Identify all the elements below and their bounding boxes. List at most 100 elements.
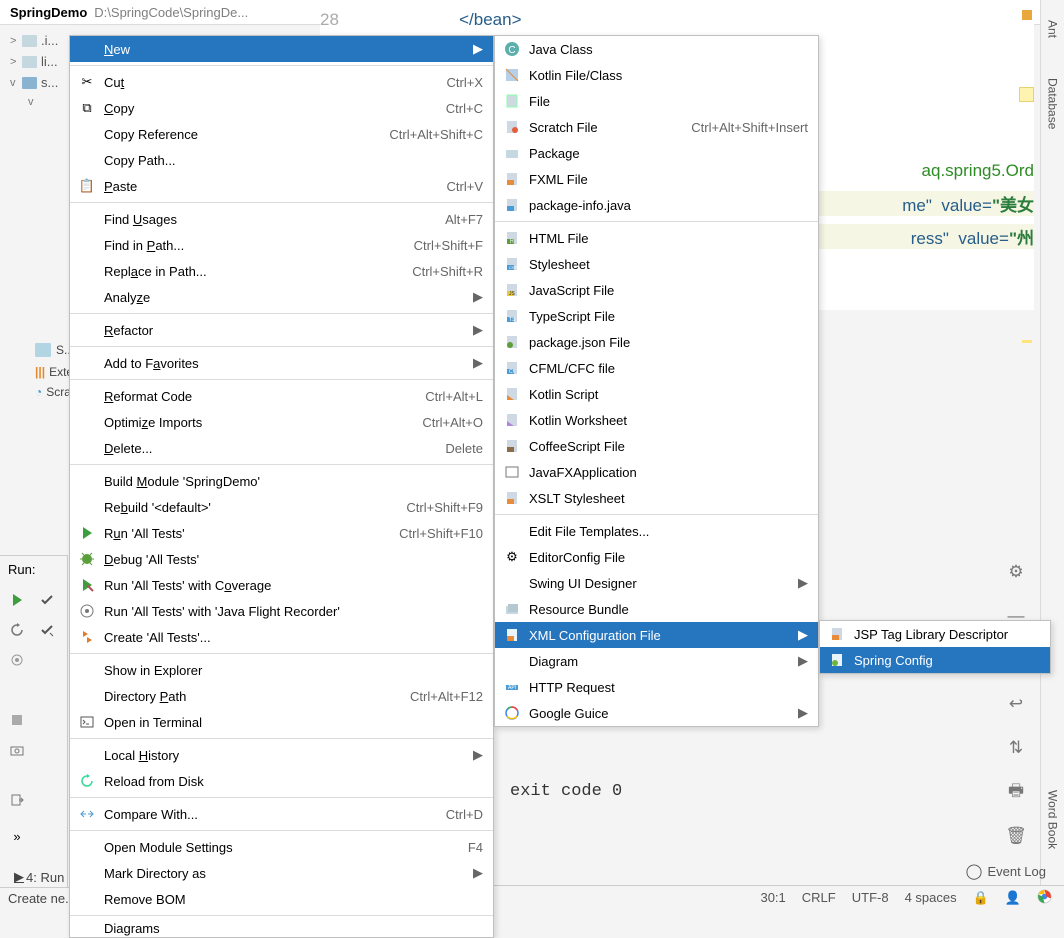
- menu-reformat[interactable]: Reformat CodeCtrl+Alt+L: [70, 383, 493, 409]
- run-check-button[interactable]: [32, 585, 62, 615]
- new-html[interactable]: HHTML File: [495, 225, 818, 251]
- run-screenshot-button[interactable]: [2, 735, 32, 765]
- menu-create-tests[interactable]: Create 'All Tests'...: [70, 624, 493, 650]
- run-exit-button[interactable]: [2, 785, 32, 815]
- menu-add-favorites[interactable]: Add to Favorites▶: [70, 350, 493, 376]
- print-icon[interactable]: 🖶: [1004, 780, 1028, 804]
- tree-src[interactable]: s...: [41, 75, 58, 90]
- menu-delete[interactable]: Delete...Delete: [70, 435, 493, 461]
- sort-icon[interactable]: ⇅: [1004, 736, 1028, 760]
- menu-find-usages[interactable]: Find UsagesAlt+F7: [70, 206, 493, 232]
- new-file[interactable]: File: [495, 88, 818, 114]
- menu-run-flight[interactable]: Run 'All Tests' with 'Java Flight Record…: [70, 598, 493, 624]
- menu-cut[interactable]: ✂CutCtrl+X: [70, 69, 493, 95]
- tree-lib[interactable]: li...: [41, 54, 58, 69]
- menu-paste[interactable]: 📋PasteCtrl+V: [70, 173, 493, 199]
- menu-copy-path[interactable]: Copy Path...: [70, 147, 493, 173]
- rtab-wordbook[interactable]: Word Book: [1046, 790, 1060, 849]
- new-swing[interactable]: Swing UI Designer▶: [495, 570, 818, 596]
- new-java-class[interactable]: CJava Class: [495, 36, 818, 62]
- line-number: 28: [320, 10, 339, 29]
- tree-idea[interactable]: .i...: [41, 33, 58, 48]
- menu-run-coverage[interactable]: Run 'All Tests' with Coverage: [70, 572, 493, 598]
- attr1: me": [902, 196, 932, 215]
- new-cfml[interactable]: CfCFML/CFC file: [495, 355, 818, 381]
- menu-open-module-settings[interactable]: Open Module SettingsF4: [70, 834, 493, 860]
- menu-diagrams[interactable]: Diagrams: [70, 919, 493, 937]
- menu-reload-disk[interactable]: Reload from Disk: [70, 768, 493, 794]
- menu-analyze[interactable]: Analyze▶: [70, 284, 493, 310]
- xmlconfig-jsp[interactable]: JSP Tag Library Descriptor: [820, 621, 1050, 647]
- run-play-button[interactable]: [2, 585, 32, 615]
- attr2: ress": [911, 229, 949, 248]
- status-encoding[interactable]: UTF-8: [852, 890, 889, 905]
- menu-mark-directory[interactable]: Mark Directory as▶: [70, 860, 493, 886]
- new-package-json[interactable]: package.json File: [495, 329, 818, 355]
- new-xml-config[interactable]: XML Configuration File▶: [495, 622, 818, 648]
- new-fxml[interactable]: FXML File: [495, 166, 818, 192]
- context-menu: New▶ ✂CutCtrl+X ⧉CopyCtrl+C Copy Referen…: [69, 35, 494, 938]
- menu-build-module[interactable]: Build Module 'SpringDemo': [70, 468, 493, 494]
- run-dropdown-button[interactable]: [32, 615, 62, 645]
- menu-open-terminal[interactable]: Open in Terminal: [70, 709, 493, 735]
- new-editorconfig[interactable]: ⚙EditorConfig File: [495, 544, 818, 570]
- padlock-icon[interactable]: 🔒: [973, 890, 989, 906]
- svg-text:H: H: [510, 239, 514, 245]
- menu-remove-bom[interactable]: Remove BOM: [70, 886, 493, 912]
- menu-copy-reference[interactable]: Copy ReferenceCtrl+Alt+Shift+C: [70, 121, 493, 147]
- bottom-tab-4run[interactable]: ▶4: Run: [14, 869, 64, 885]
- status-indent[interactable]: 4 spaces: [905, 890, 957, 905]
- marker-warning[interactable]: [1022, 10, 1032, 20]
- new-edit-templates[interactable]: Edit File Templates...: [495, 518, 818, 544]
- new-coffeescript[interactable]: CoffeeScript File: [495, 433, 818, 459]
- status-position[interactable]: 30:1: [760, 890, 785, 905]
- new-package-info[interactable]: package-info.java: [495, 192, 818, 218]
- new-diagram[interactable]: Diagram▶: [495, 648, 818, 674]
- run-rerun-button[interactable]: [2, 615, 32, 645]
- project-name: SpringDemo: [10, 5, 87, 20]
- run-panel: Run: »: [0, 555, 68, 895]
- menu-run-tests[interactable]: Run 'All Tests'Ctrl+Shift+F10: [70, 520, 493, 546]
- menu-replace-in-path[interactable]: Replace in Path...Ctrl+Shift+R: [70, 258, 493, 284]
- menu-find-in-path[interactable]: Find in Path...Ctrl+Shift+F: [70, 232, 493, 258]
- new-javascript[interactable]: JSJavaScript File: [495, 277, 818, 303]
- new-package[interactable]: Package: [495, 140, 818, 166]
- menu-local-history[interactable]: Local History▶: [70, 742, 493, 768]
- gear-icon[interactable]: ⚙: [1004, 560, 1028, 584]
- menu-show-explorer[interactable]: Show in Explorer: [70, 657, 493, 683]
- ide-icon[interactable]: 👤: [1005, 890, 1021, 906]
- xmlconfig-spring[interactable]: Spring Config: [820, 647, 1050, 673]
- rtab-database[interactable]: Database: [1046, 78, 1060, 129]
- new-kotlin-class[interactable]: Kotlin File/Class: [495, 62, 818, 88]
- run-stop-button[interactable]: [2, 705, 32, 735]
- menu-copy[interactable]: ⧉CopyCtrl+C: [70, 95, 493, 121]
- new-javafx[interactable]: JavaFXApplication: [495, 459, 818, 485]
- svg-text:CSS: CSS: [509, 265, 518, 270]
- new-google-guice[interactable]: Google Guice▶: [495, 700, 818, 726]
- new-kotlin-script[interactable]: Kotlin Script: [495, 381, 818, 407]
- chrome-icon[interactable]: [1037, 889, 1052, 907]
- menu-compare-with[interactable]: Compare With...Ctrl+D: [70, 801, 493, 827]
- new-typescript[interactable]: TSTypeScript File: [495, 303, 818, 329]
- status-crlf[interactable]: CRLF: [802, 890, 836, 905]
- menu-rebuild[interactable]: Rebuild '<default>'Ctrl+Shift+F9: [70, 494, 493, 520]
- new-xslt[interactable]: XSLT Stylesheet: [495, 485, 818, 511]
- trash-icon[interactable]: 🗑: [1004, 824, 1028, 848]
- new-resource-bundle[interactable]: Resource Bundle: [495, 596, 818, 622]
- run-record-button[interactable]: [2, 645, 32, 675]
- new-stylesheet[interactable]: CSSStylesheet: [495, 251, 818, 277]
- event-log-button[interactable]: Event Log: [954, 858, 1058, 884]
- right-button-column: ⚙ — ↓ ↩ ⇅ 🖶 🗑: [996, 560, 1036, 848]
- rtab-ant[interactable]: Ant: [1046, 20, 1060, 38]
- menu-directory-path[interactable]: Directory PathCtrl+Alt+F12: [70, 683, 493, 709]
- new-kotlin-worksheet[interactable]: Kotlin Worksheet: [495, 407, 818, 433]
- menu-optimize-imports[interactable]: Optimize ImportsCtrl+Alt+O: [70, 409, 493, 435]
- run-showall-button[interactable]: »: [2, 821, 32, 851]
- menu-debug-tests[interactable]: Debug 'All Tests': [70, 546, 493, 572]
- new-http-request[interactable]: APIHTTP Request: [495, 674, 818, 700]
- menu-new[interactable]: New▶: [70, 36, 493, 62]
- wrap-icon[interactable]: ↩: [1004, 692, 1028, 716]
- marker-info[interactable]: [1022, 340, 1032, 343]
- new-scratch-file[interactable]: Scratch FileCtrl+Alt+Shift+Insert: [495, 114, 818, 140]
- menu-refactor[interactable]: Refactor▶: [70, 317, 493, 343]
